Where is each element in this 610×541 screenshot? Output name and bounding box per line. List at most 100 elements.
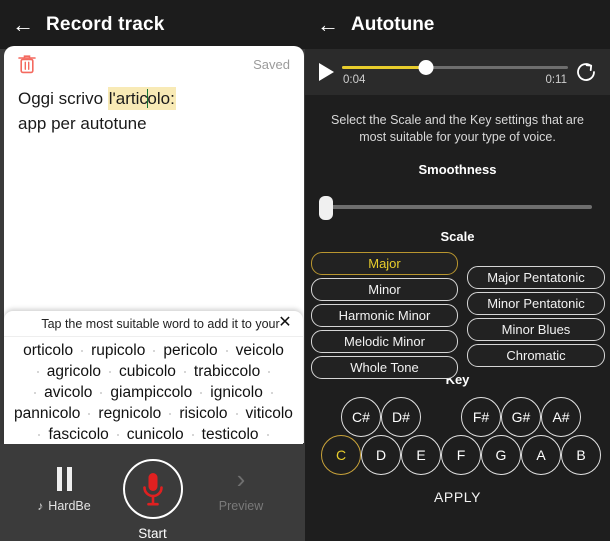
music-note-icon: ♪ [37, 499, 44, 513]
key-option-c[interactable]: C [321, 435, 361, 475]
autotune-panel: ← Autotune 0:04 0:11 Select the Scale an… [305, 0, 610, 541]
note-line-2: app per autotune [18, 114, 147, 133]
apply-button[interactable]: APPLY [305, 489, 610, 505]
loop-icon[interactable] [574, 60, 598, 84]
scale-title: Scale [440, 229, 475, 244]
playback-seekbar[interactable]: 0:04 0:11 [342, 56, 568, 88]
smoothness-track [327, 205, 592, 209]
key-option-d[interactable]: D [361, 435, 401, 475]
highlight-part-b: olo: [147, 89, 175, 108]
record-button-circle[interactable] [122, 459, 183, 519]
suggestion-word[interactable]: pannicolo [13, 403, 81, 424]
scale-option-minor[interactable]: Minor [311, 278, 458, 301]
smoothness-slider[interactable] [305, 193, 610, 223]
key-option-a[interactable]: A [521, 435, 561, 475]
suggestion-word[interactable]: viticolo [245, 403, 294, 424]
suggestion-word[interactable]: cunicolo [126, 424, 185, 444]
word-separator-dot [270, 391, 273, 394]
suggestion-word[interactable]: avicolo [43, 382, 93, 403]
suggestion-word[interactable]: orticolo [22, 340, 74, 361]
suggestion-word[interactable]: ignicolo [209, 382, 264, 403]
key-option-g-sharp[interactable]: G# [501, 397, 541, 437]
suggestion-word[interactable]: testicolo [201, 424, 260, 444]
key-option-a-sharp[interactable]: A# [541, 397, 581, 437]
key-option-e[interactable]: E [401, 435, 441, 475]
word-separator-dot [266, 433, 269, 436]
scale-option-minor-blues[interactable]: Minor Blues [467, 318, 605, 341]
backing-track-label: ♪ HardBe [28, 499, 100, 513]
word-separator-dot [36, 370, 39, 373]
pause-button[interactable]: ♪ HardBe [28, 466, 100, 513]
highlight-part-a: l'artic [108, 89, 148, 108]
scale-option-minor-pentatonic[interactable]: Minor Pentatonic [467, 292, 605, 315]
scale-option-chromatic[interactable]: Chromatic [467, 344, 605, 367]
settings-description: Select the Scale and the Key settings th… [331, 113, 584, 144]
scale-option-harmonic-minor[interactable]: Harmonic Minor [311, 304, 458, 327]
page-title: Record track [46, 13, 165, 35]
note-text-plain: Oggi scrivo [18, 89, 108, 108]
chevron-right-icon: › [236, 464, 246, 494]
key-option-b[interactable]: B [561, 435, 601, 475]
seekbar-fill [342, 66, 426, 69]
back-arrow-icon[interactable]: ← [305, 13, 351, 36]
scale-option-major-pentatonic[interactable]: Major Pentatonic [467, 266, 605, 289]
highlighted-word[interactable]: l'articolo: [107, 87, 176, 110]
app-screenshot: ← Record track Saved Oggi scrivo l'artic… [0, 0, 610, 541]
word-separator-dot [169, 412, 172, 415]
key-option-d-sharp[interactable]: D# [381, 397, 421, 437]
suggestion-word[interactable]: pericolo [162, 340, 218, 361]
close-icon[interactable]: ✕ [276, 314, 294, 332]
preview-button[interactable]: › Preview [205, 466, 277, 513]
word-separator-dot [153, 349, 156, 352]
key-option-g[interactable]: G [481, 435, 521, 475]
suggestion-row: orticolo rupicolo pericolo veicolo [10, 340, 297, 361]
current-time: 0:04 [343, 74, 366, 86]
key-options: C D E F G A B C# D# F# G# A# [305, 391, 610, 481]
suggestion-word[interactable]: regnicolo [97, 403, 162, 424]
suggestion-word[interactable]: fascicolo [47, 424, 109, 444]
suggestion-word[interactable]: risicolo [178, 403, 228, 424]
suggestion-header: Tap the most suitable word to add it to … [4, 311, 303, 337]
microphone-icon [142, 473, 163, 506]
key-option-f-sharp[interactable]: F# [461, 397, 501, 437]
suggestion-word-list: orticolo rupicolo pericolo veicolo agricolo c… [4, 337, 303, 444]
word-separator-dot [88, 412, 91, 415]
suggestion-word[interactable]: rupicolo [90, 340, 146, 361]
trash-icon[interactable] [17, 53, 37, 75]
key-option-c-sharp[interactable]: C# [341, 397, 381, 437]
suggestion-word[interactable]: trabiccolo [193, 361, 261, 382]
suggestion-word[interactable]: cubicolo [118, 361, 177, 382]
note-toolbar: Saved [4, 46, 304, 82]
back-arrow-icon[interactable]: ← [0, 13, 46, 36]
record-label: Start [138, 526, 167, 541]
word-separator-dot [225, 349, 228, 352]
audio-player: 0:04 0:11 [305, 49, 610, 95]
scale-option-melodic-minor[interactable]: Melodic Minor [311, 330, 458, 353]
suggestion-prompt: Tap the most suitable word to add it to … [41, 316, 280, 331]
note-text-area[interactable]: Oggi scrivo l'articolo: app per autotune [4, 82, 304, 136]
record-track-header: ← Record track [0, 0, 305, 49]
smoothness-thumb[interactable] [319, 196, 333, 220]
scale-option-major[interactable]: Major [311, 252, 458, 275]
autotune-header: ← Autotune [305, 0, 610, 49]
word-separator-dot [81, 349, 84, 352]
record-button[interactable]: Start [122, 459, 183, 541]
key-option-f[interactable]: F [441, 435, 481, 475]
word-separator-dot [109, 370, 112, 373]
scale-option-whole-tone[interactable]: Whole Tone [311, 356, 458, 379]
page-title: Autotune [351, 13, 435, 35]
play-icon[interactable] [319, 63, 334, 81]
word-separator-dot [235, 412, 238, 415]
suggestion-word[interactable]: veicolo [235, 340, 285, 361]
word-separator-dot [200, 391, 203, 394]
suggestion-row: agricolo cubicolo trabiccolo [10, 361, 297, 382]
suggestion-word[interactable]: giampiccolo [109, 382, 193, 403]
seekbar-thumb[interactable] [418, 60, 434, 75]
saved-status: Saved [253, 56, 290, 72]
suggestion-word[interactable]: agricolo [46, 361, 102, 382]
word-separator-dot [38, 433, 41, 436]
track-name: HardBe [48, 499, 91, 513]
word-separator-dot [191, 433, 194, 436]
word-suggestion-panel: Tap the most suitable word to add it to … [4, 311, 303, 444]
note-line-1: Oggi scrivo l'articolo: [18, 86, 290, 111]
